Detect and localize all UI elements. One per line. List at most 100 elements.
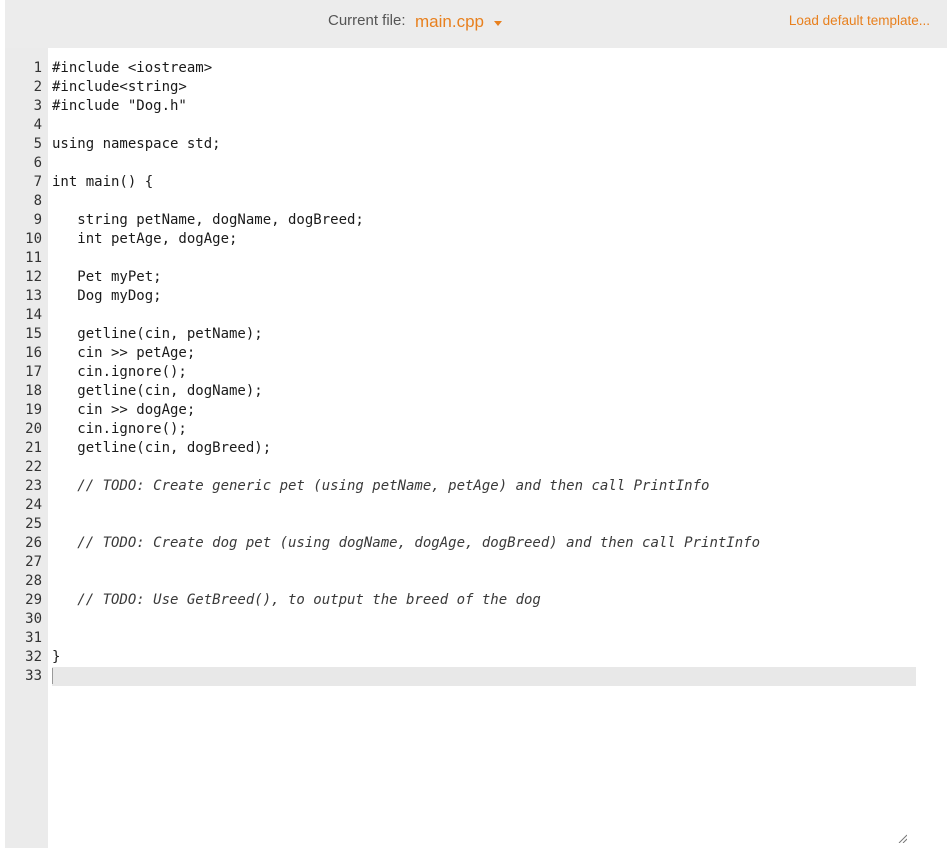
code-line[interactable]: 33 (5, 667, 947, 686)
code-line-text[interactable] (52, 553, 916, 572)
code-line-text[interactable] (52, 496, 916, 515)
line-number: 20 (25, 421, 42, 437)
code-line-text[interactable] (52, 572, 916, 591)
code-line[interactable]: 12 Pet myPet; (5, 268, 947, 287)
code-line[interactable]: 15 getline(cin, petName); (5, 325, 947, 344)
line-number: 11 (25, 250, 42, 266)
code-line-text[interactable]: // TODO: Create generic pet (using petNa… (52, 477, 916, 496)
code-line-text[interactable]: cin.ignore(); (52, 420, 916, 439)
code-line[interactable]: 11 (5, 249, 947, 268)
code-line-text[interactable] (52, 629, 916, 648)
code-line-text[interactable] (52, 667, 916, 686)
code-line-text[interactable] (52, 515, 916, 534)
code-line[interactable]: 23 // TODO: Create generic pet (using pe… (5, 477, 947, 496)
code-area[interactable]: 1 #include <iostream> 2 #include<string> 3 #i… (5, 59, 947, 686)
code-line[interactable]: 31 (5, 629, 947, 648)
code-line[interactable]: 10 int petAge, dogAge; (5, 230, 947, 249)
code-line[interactable]: 29 // TODO: Use GetBreed(), to output th… (5, 591, 947, 610)
code-line[interactable]: 14 (5, 306, 947, 325)
line-number: 32 (25, 649, 42, 665)
line-number: 1 (33, 60, 42, 76)
code-line[interactable]: 9 string petName, dogName, dogBreed; (5, 211, 947, 230)
code-line[interactable]: 16 cin >> petAge; (5, 344, 947, 363)
current-file-name[interactable]: main.cpp (415, 12, 484, 32)
code-line[interactable]: 1 #include <iostream> (5, 59, 947, 78)
code-line[interactable]: 2 #include<string> (5, 78, 947, 97)
line-number: 29 (25, 592, 42, 608)
resize-handle-icon[interactable] (897, 833, 907, 843)
line-number: 24 (25, 497, 42, 513)
code-line-text[interactable]: getline(cin, dogName); (52, 382, 916, 401)
code-line-text[interactable]: #include<string> (52, 78, 916, 97)
line-number: 7 (33, 174, 42, 190)
line-number: 31 (25, 630, 42, 646)
code-line-text[interactable] (52, 458, 916, 477)
line-number: 9 (33, 212, 42, 228)
code-line-text[interactable] (52, 192, 916, 211)
code-line-text[interactable]: cin >> petAge; (52, 344, 916, 363)
code-line[interactable]: 21 getline(cin, dogBreed); (5, 439, 947, 458)
code-line[interactable]: 25 (5, 515, 947, 534)
code-line-text[interactable]: Pet myPet; (52, 268, 916, 287)
code-line-text[interactable]: #include "Dog.h" (52, 97, 916, 116)
code-line-text[interactable]: } (52, 648, 916, 667)
code-line[interactable]: 26 // TODO: Create dog pet (using dogNam… (5, 534, 947, 553)
code-line-text[interactable]: // TODO: Use GetBreed(), to output the b… (52, 591, 916, 610)
code-line[interactable]: 22 (5, 458, 947, 477)
code-line-text[interactable]: int main() { (52, 173, 916, 192)
code-line[interactable]: 30 (5, 610, 947, 629)
code-line-text[interactable]: cin.ignore(); (52, 363, 916, 382)
current-file-dropdown[interactable]: main.cpp (415, 10, 502, 34)
code-line[interactable]: 19 cin >> dogAge; (5, 401, 947, 420)
load-default-template-link[interactable]: Load default template... (789, 13, 930, 28)
line-number: 28 (25, 573, 42, 589)
code-line-text[interactable] (52, 116, 916, 135)
line-number: 17 (25, 364, 42, 380)
code-line[interactable]: 32} (5, 648, 947, 667)
line-number: 12 (25, 269, 42, 285)
code-line[interactable]: 27 (5, 553, 947, 572)
line-number: 19 (25, 402, 42, 418)
line-number: 27 (25, 554, 42, 570)
code-editor[interactable]: 1 #include <iostream> 2 #include<string> 3 #i… (5, 48, 947, 848)
code-line-text[interactable]: getline(cin, petName); (52, 325, 916, 344)
code-line-text[interactable] (52, 306, 916, 325)
code-line[interactable]: 4 (5, 116, 947, 135)
code-line-text[interactable] (52, 610, 916, 629)
code-line-text[interactable]: #include <iostream> (52, 59, 916, 78)
line-number: 10 (25, 231, 42, 247)
code-line-text[interactable] (52, 154, 916, 173)
line-number: 6 (33, 155, 42, 171)
current-file-label: Current file: (328, 12, 406, 29)
code-line-text[interactable]: cin >> dogAge; (52, 401, 916, 420)
line-number: 8 (33, 193, 42, 209)
code-line-text[interactable]: int petAge, dogAge; (52, 230, 916, 249)
line-number: 16 (25, 345, 42, 361)
chevron-down-icon[interactable] (493, 20, 502, 26)
line-number: 30 (25, 611, 42, 627)
code-line-text[interactable] (52, 249, 916, 268)
code-line[interactable]: 18 getline(cin, dogName); (5, 382, 947, 401)
line-number: 2 (33, 79, 42, 95)
code-line[interactable]: 20 cin.ignore(); (5, 420, 947, 439)
code-line-text[interactable]: getline(cin, dogBreed); (52, 439, 916, 458)
code-line-text[interactable]: Dog myDog; (52, 287, 916, 306)
code-line-text[interactable]: // TODO: Create dog pet (using dogName, … (52, 534, 916, 553)
code-line-text[interactable]: string petName, dogName, dogBreed; (52, 211, 916, 230)
code-line[interactable]: 7 int main() { (5, 173, 947, 192)
code-line[interactable]: 24 (5, 496, 947, 515)
code-line[interactable]: 13 Dog myDog; (5, 287, 947, 306)
line-number: 3 (33, 98, 42, 114)
code-line[interactable]: 17 cin.ignore(); (5, 363, 947, 382)
code-line-text[interactable]: using namespace std; (52, 135, 916, 154)
line-number: 25 (25, 516, 42, 532)
line-number: 18 (25, 383, 42, 399)
code-line[interactable]: 8 (5, 192, 947, 211)
code-line[interactable]: 3 #include "Dog.h" (5, 97, 947, 116)
code-line[interactable]: 28 (5, 572, 947, 591)
text-cursor (52, 668, 53, 684)
line-number: 15 (25, 326, 42, 342)
line-number: 33 (25, 668, 42, 684)
code-line[interactable]: 6 (5, 154, 947, 173)
code-line[interactable]: 5 using namespace std; (5, 135, 947, 154)
